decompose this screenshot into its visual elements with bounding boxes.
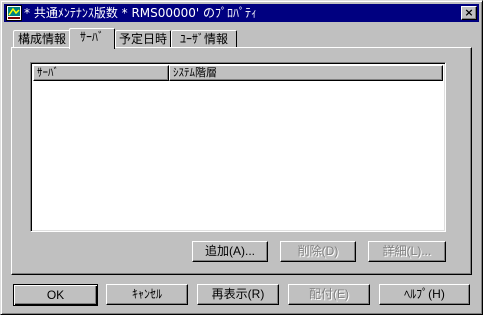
title-bar[interactable]: * 共通ﾒﾝﾃﾅﾝｽ版数 * RMS00000' のﾌﾟﾛﾊﾟﾃｨ × <box>4 4 479 22</box>
server-list[interactable]: ｻｰﾊﾞ ｼｽﾃﾑ階層 <box>30 62 446 232</box>
cancel-button[interactable]: ｷｬﾝｾﾙ <box>106 284 188 305</box>
ok-button[interactable]: OK <box>13 284 98 306</box>
help-button[interactable]: ﾍﾙﾌﾟ(H) <box>379 284 470 305</box>
refresh-button[interactable]: 再表示(R) <box>197 284 279 305</box>
window-title: * 共通ﾒﾝﾃﾅﾝｽ版数 * RMS00000' のﾌﾟﾛﾊﾟﾃｨ <box>24 6 258 20</box>
close-button[interactable]: × <box>461 6 477 20</box>
delete-button[interactable]: 削除(D) <box>280 241 356 262</box>
detail-button[interactable]: 詳細(L)... <box>368 241 446 262</box>
app-icon <box>6 5 22 21</box>
close-icon: × <box>464 6 474 19</box>
column-header-server[interactable]: ｻｰﾊﾞ <box>33 65 169 81</box>
column-header-system-hierarchy[interactable]: ｼｽﾃﾑ階層 <box>169 65 443 81</box>
tab-panel-server: ｻｰﾊﾞ ｼｽﾃﾑ階層 追加(A)... 削除(D) 詳細(L)... <box>11 47 472 275</box>
tab-server[interactable]: ｻｰﾊﾞ <box>69 28 115 49</box>
add-button[interactable]: 追加(A)... <box>192 241 268 262</box>
distribute-button[interactable]: 配付(E) <box>288 284 370 305</box>
properties-dialog: * 共通ﾒﾝﾃﾅﾝｽ版数 * RMS00000' のﾌﾟﾛﾊﾟﾃｨ × 構成情報… <box>0 0 483 315</box>
